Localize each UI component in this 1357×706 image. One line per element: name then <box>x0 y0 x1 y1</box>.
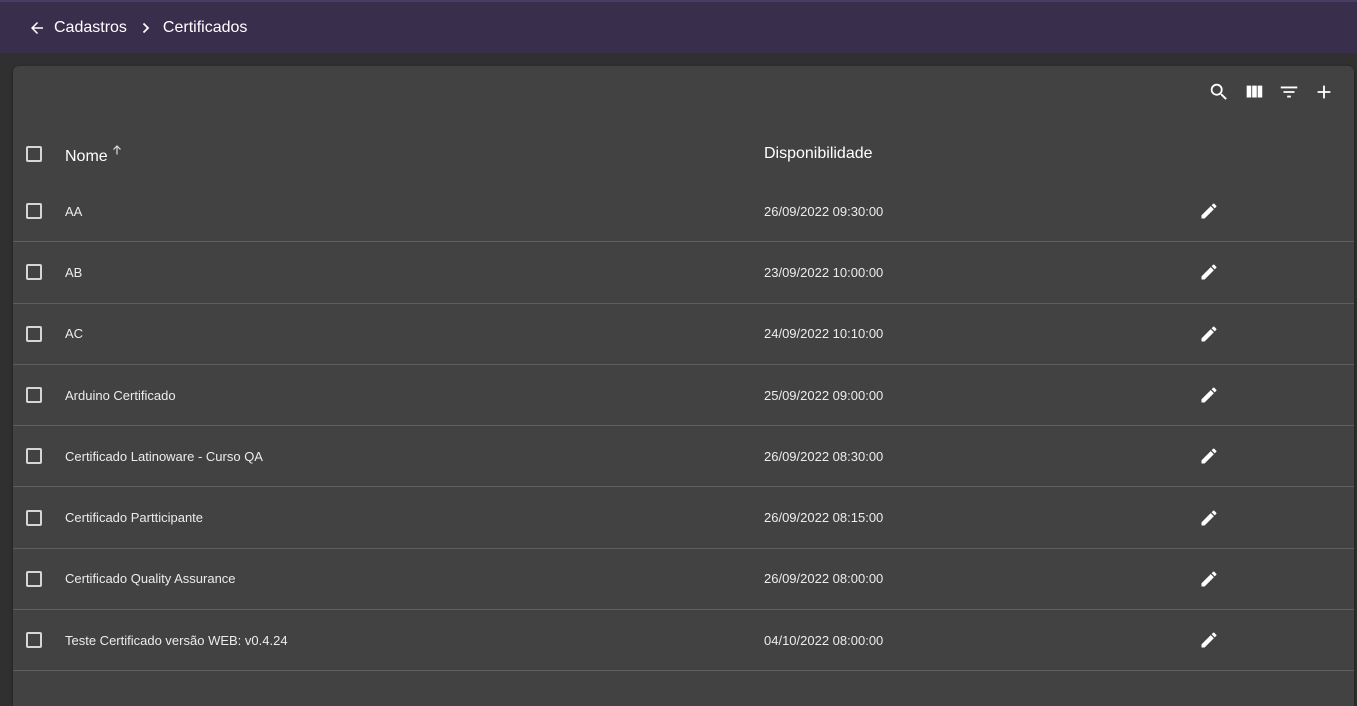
edit-pencil-icon[interactable] <box>1198 568 1220 590</box>
certificates-table-panel: Nome Disponibilidade AA 26/09/2022 09:30:… <box>13 66 1354 706</box>
row-checkbox[interactable] <box>26 632 42 649</box>
row-date: 04/10/2022 08:00:00 <box>764 632 884 648</box>
select-all-checkbox[interactable] <box>26 145 42 162</box>
row-name: AC <box>65 326 84 342</box>
row-checkbox[interactable] <box>26 570 42 587</box>
table-row[interactable]: Certificado Latinoware - Curso QA 26/09/2… <box>13 426 1354 488</box>
edit-pencil-icon[interactable] <box>1198 261 1220 283</box>
row-checkbox[interactable] <box>26 203 42 220</box>
table-row[interactable]: AC 24/09/2022 10:10:00 <box>13 304 1354 365</box>
table-body: AA 26/09/2022 09:30:00 AB 23/09/2022 10:00:… <box>13 181 1354 672</box>
sort-ascending-icon <box>112 142 122 154</box>
row-checkbox[interactable] <box>26 448 42 465</box>
table-row[interactable]: AA 26/09/2022 09:30:00 <box>13 181 1354 243</box>
row-name: AA <box>65 203 83 219</box>
table-row[interactable]: Teste Certificado versão WEB: v0.4.24 04/… <box>13 610 1354 672</box>
column-header-disponibilidade[interactable]: Disponibilidade <box>764 145 873 163</box>
edit-pencil-icon[interactable] <box>1198 629 1220 651</box>
edit-pencil-icon[interactable] <box>1198 445 1220 467</box>
row-name: Certificado Partticipante <box>65 510 204 526</box>
table-row[interactable]: AB 23/09/2022 10:00:00 <box>13 242 1354 304</box>
column-header-nome[interactable]: Nome <box>65 142 122 166</box>
row-name: AB <box>65 264 83 280</box>
row-date: 26/09/2022 08:30:00 <box>764 448 884 464</box>
filter-icon[interactable] <box>1277 80 1301 104</box>
breadcrumb-certificados: Certificados <box>162 18 248 36</box>
edit-pencil-icon[interactable] <box>1198 384 1220 406</box>
view-columns-icon[interactable] <box>1242 80 1266 104</box>
table-header-row: Nome Disponibilidade <box>13 126 1354 181</box>
column-header-nome-label: Nome <box>65 147 108 165</box>
search-icon[interactable] <box>1207 80 1231 104</box>
table-row[interactable]: Arduino Certificado 25/09/2022 09:00:00 <box>13 365 1354 427</box>
row-name: Teste Certificado versão WEB: v0.4.24 <box>65 632 288 648</box>
edit-pencil-icon[interactable] <box>1198 200 1220 222</box>
table-row[interactable]: Certificado Quality Assurance 26/09/2022 … <box>13 549 1354 611</box>
row-checkbox[interactable] <box>26 509 42 526</box>
row-date: 26/09/2022 09:30:00 <box>764 203 884 219</box>
table-row[interactable]: Certificado Partticipante 26/09/2022 08:1… <box>13 487 1354 549</box>
add-icon[interactable] <box>1312 80 1336 104</box>
chevron-right-icon <box>141 21 151 35</box>
app-top-bar: Cadastros Certificados <box>0 0 1357 53</box>
row-name: Arduino Certificado <box>65 387 176 403</box>
row-date: 26/09/2022 08:15:00 <box>764 510 884 526</box>
row-date: 25/09/2022 09:00:00 <box>764 387 884 403</box>
back-arrow-icon[interactable] <box>27 18 47 38</box>
row-checkbox[interactable] <box>26 325 42 342</box>
row-date: 26/09/2022 08:00:00 <box>764 571 884 587</box>
row-name: Certificado Latinoware - Curso QA <box>65 448 263 464</box>
row-date: 24/09/2022 10:10:00 <box>764 326 884 342</box>
row-checkbox[interactable] <box>26 387 42 404</box>
row-checkbox[interactable] <box>26 264 42 281</box>
row-name: Certificado Quality Assurance <box>65 571 236 587</box>
edit-pencil-icon[interactable] <box>1198 507 1220 529</box>
edit-pencil-icon[interactable] <box>1198 323 1220 345</box>
breadcrumb-cadastros[interactable]: Cadastros <box>54 19 127 37</box>
row-date: 23/09/2022 10:00:00 <box>764 264 884 280</box>
table-toolbar <box>1207 80 1336 104</box>
